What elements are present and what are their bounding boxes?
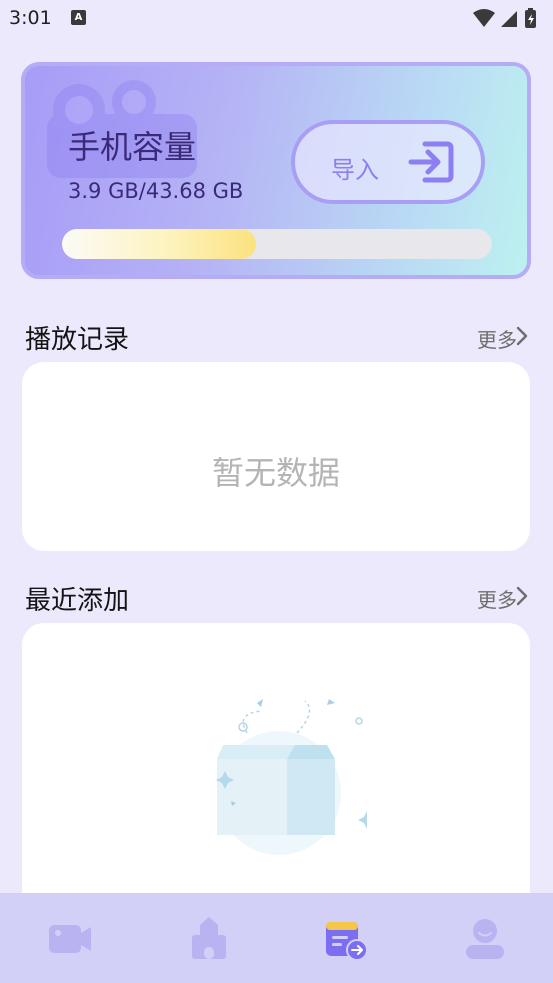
recent-more-link[interactable]: 更多 (477, 584, 517, 613)
import-icon (408, 141, 454, 183)
status-time: 3:01 (9, 7, 52, 29)
empty-box-icon (216, 699, 367, 855)
recent-card (22, 623, 530, 923)
storage-card: 手机容量 3.9 GB/43.68 GB 导入 (21, 62, 531, 279)
signal-icon (501, 11, 517, 27)
tab-video[interactable] (47, 917, 93, 961)
notification-icon: A (71, 10, 86, 25)
status-bar: 3:01 A (0, 0, 553, 38)
storage-value: 3.9 GB/43.68 GB (68, 179, 244, 203)
tab-profile[interactable] (462, 917, 508, 961)
user-icon (466, 919, 504, 959)
storage-progress-bar (62, 229, 492, 259)
storage-progress-fill (62, 229, 256, 259)
history-title: 播放记录 (25, 325, 130, 355)
history-card: 暂无数据 (22, 362, 530, 551)
storage-title: 手机容量 (68, 128, 197, 166)
calendar-icon (326, 922, 368, 961)
chevron-right-icon[interactable] (515, 325, 529, 347)
chevron-right-icon[interactable] (515, 585, 529, 607)
recent-title: 最近添加 (25, 586, 130, 616)
system-icons (473, 8, 536, 28)
tab-castle[interactable] (186, 917, 232, 961)
import-button[interactable]: 导入 (291, 120, 485, 204)
video-camera-icon (49, 925, 91, 953)
history-more-link[interactable]: 更多 (477, 324, 517, 353)
bottom-tab-bar (0, 893, 553, 983)
wifi-icon (473, 9, 495, 27)
import-label: 导入 (331, 156, 379, 184)
tab-calendar[interactable] (324, 917, 370, 961)
empty-state-text: 暂无数据 (211, 454, 340, 492)
castle-icon (192, 917, 226, 959)
